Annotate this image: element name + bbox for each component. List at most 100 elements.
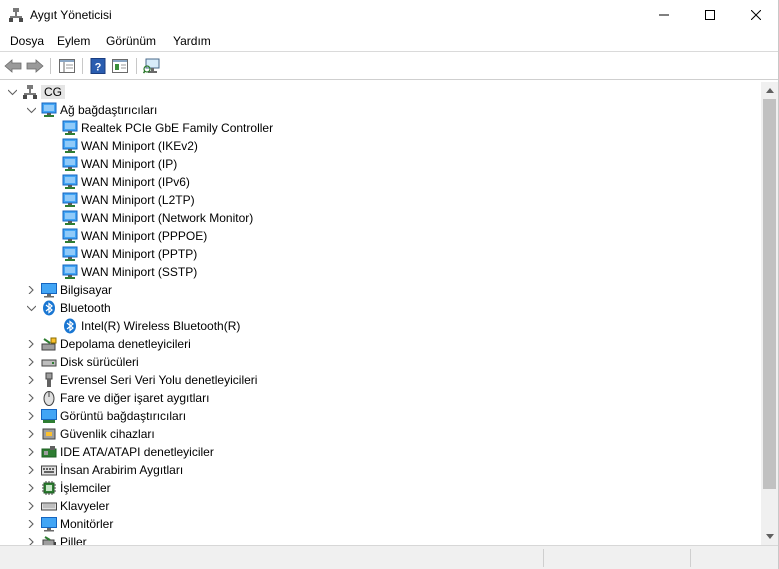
tree-item[interactable]: Fare ve diğer işaret aygıtları [25, 389, 209, 407]
network-adapter-icon [41, 102, 57, 118]
tree-item[interactable]: WAN Miniport (SSTP) [62, 263, 197, 281]
tree-item-label: WAN Miniport (IP) [81, 157, 178, 171]
show-hide-console-tree-button[interactable] [57, 57, 77, 75]
chevron-right-icon[interactable] [25, 410, 37, 422]
tree-item[interactable]: Görüntü bağdaştırıcıları [25, 407, 186, 425]
network-adapter-icon [62, 138, 78, 154]
storage-controller-icon [41, 336, 57, 352]
tree-item[interactable]: WAN Miniport (PPTP) [62, 245, 197, 263]
tree-item-label: Fare ve diğer işaret aygıtları [60, 391, 210, 405]
tree-item[interactable]: Realtek PCIe GbE Family Controller [62, 119, 273, 137]
title-bar: Aygıt Yöneticisi [0, 0, 779, 30]
tree-item-label: Realtek PCIe GbE Family Controller [81, 121, 274, 135]
chevron-down-icon[interactable] [6, 86, 18, 98]
tree-item[interactable]: WAN Miniport (Network Monitor) [62, 209, 253, 227]
scan-hardware-icon [143, 58, 160, 74]
minimize-button[interactable] [641, 0, 687, 30]
back-button[interactable] [3, 57, 23, 75]
tree-item[interactable]: Depolama denetleyicileri [25, 335, 191, 353]
toolbar-separator [136, 58, 137, 74]
scroll-up-button[interactable] [761, 82, 778, 99]
chevron-down-icon [765, 534, 774, 539]
chevron-right-icon[interactable] [25, 392, 37, 404]
status-separator [543, 549, 544, 567]
properties-button[interactable] [110, 57, 130, 75]
chevron-right-icon[interactable] [25, 446, 37, 458]
chevron-right-icon[interactable] [25, 482, 37, 494]
tree-item[interactable]: Intel(R) Wireless Bluetooth(R) [62, 317, 240, 335]
tree-item[interactable]: WAN Miniport (L2TP) [62, 191, 195, 209]
tree-item[interactable]: Monitörler [25, 515, 113, 533]
chevron-right-icon[interactable] [25, 518, 37, 530]
close-icon [751, 10, 761, 20]
menu-gorunum[interactable]: Görünüm [106, 34, 156, 48]
chevron-right-icon[interactable] [25, 338, 37, 350]
console-tree-icon [59, 59, 75, 73]
close-button[interactable] [733, 0, 779, 30]
chevron-right-icon[interactable] [25, 500, 37, 512]
scan-hardware-button[interactable] [142, 57, 162, 75]
keyboard-icon [41, 498, 57, 514]
tree-item[interactable]: Disk sürücüleri [25, 353, 139, 371]
menu-bar: Dosya Eylem Görünüm Yardım [0, 30, 779, 52]
tree-item[interactable]: WAN Miniport (IPv6) [62, 173, 190, 191]
menu-eylem[interactable]: Eylem [57, 34, 90, 48]
tree-item[interactable]: Güvenlik cihazları [25, 425, 155, 443]
network-adapter-icon [62, 264, 78, 280]
menu-dosya[interactable]: Dosya [10, 34, 44, 48]
help-button[interactable]: ? [88, 57, 108, 75]
chevron-down-icon[interactable] [25, 302, 37, 314]
scroll-down-button[interactable] [761, 528, 778, 545]
toolbar-separator [50, 58, 51, 74]
tree-item[interactable]: Bilgisayar [25, 281, 112, 299]
tree-item[interactable]: Evrensel Seri Veri Yolu denetleyicileri [25, 371, 257, 389]
chevron-down-icon[interactable] [25, 104, 37, 116]
tree-item[interactable]: Bluetooth [25, 299, 111, 317]
tree-item[interactable]: İnsan Arabirim Aygıtları [25, 461, 183, 479]
tree-item[interactable]: Ağ bağdaştırıcıları [25, 101, 157, 119]
scroll-thumb[interactable] [763, 99, 776, 489]
status-separator [690, 549, 691, 567]
properties-icon [112, 59, 128, 73]
computer-icon [22, 84, 38, 100]
toolbar: ? [0, 53, 779, 80]
maximize-button[interactable] [687, 0, 733, 30]
tree-item[interactable]: WAN Miniport (IKEv2) [62, 137, 198, 155]
chevron-right-icon[interactable] [25, 536, 37, 545]
tree-item-label: WAN Miniport (Network Monitor) [81, 211, 254, 225]
tree-item-label: Evrensel Seri Veri Yolu denetleyicileri [60, 373, 258, 387]
tree-item-label: Klavyeler [60, 499, 110, 513]
vertical-scrollbar[interactable] [761, 82, 778, 545]
help-icon: ? [90, 58, 106, 74]
device-tree[interactable]: CG Ağ bağdaştırıcıları Realtek PCIe GbE Fa… [0, 82, 761, 545]
tree-item-label: IDE ATA/ATAPI denetleyiciler [60, 445, 214, 459]
mouse-icon [41, 390, 57, 406]
menu-yardim[interactable]: Yardım [173, 34, 211, 48]
chevron-right-icon[interactable] [25, 284, 37, 296]
tree-item[interactable]: WAN Miniport (PPPOE) [62, 227, 207, 245]
chevron-right-icon[interactable] [25, 356, 37, 368]
arrow-left-icon [4, 59, 22, 73]
tree-item-label: Ağ bağdaştırıcıları [60, 103, 158, 117]
usb-icon [41, 372, 57, 388]
tree-root-item[interactable]: CG [6, 83, 65, 101]
tree-item[interactable]: WAN Miniport (IP) [62, 155, 177, 173]
window-title: Aygıt Yöneticisi [30, 8, 112, 22]
tree-item-label: Depolama denetleyicileri [60, 337, 191, 351]
chevron-right-icon[interactable] [25, 464, 37, 476]
ide-controller-icon [41, 444, 57, 460]
toolbar-separator [82, 58, 83, 74]
processor-icon [41, 480, 57, 496]
bluetooth-icon [62, 318, 78, 334]
tree-item[interactable]: Klavyeler [25, 497, 109, 515]
network-adapter-icon [62, 210, 78, 226]
tree-item[interactable]: IDE ATA/ATAPI denetleyiciler [25, 443, 214, 461]
forward-button[interactable] [25, 57, 45, 75]
maximize-icon [705, 10, 715, 20]
disk-drive-icon [41, 354, 57, 370]
tree-item-label: WAN Miniport (L2TP) [81, 193, 195, 207]
tree-item[interactable]: Piller [25, 533, 87, 545]
tree-item[interactable]: İşlemciler [25, 479, 111, 497]
chevron-right-icon[interactable] [25, 374, 37, 386]
chevron-right-icon[interactable] [25, 428, 37, 440]
